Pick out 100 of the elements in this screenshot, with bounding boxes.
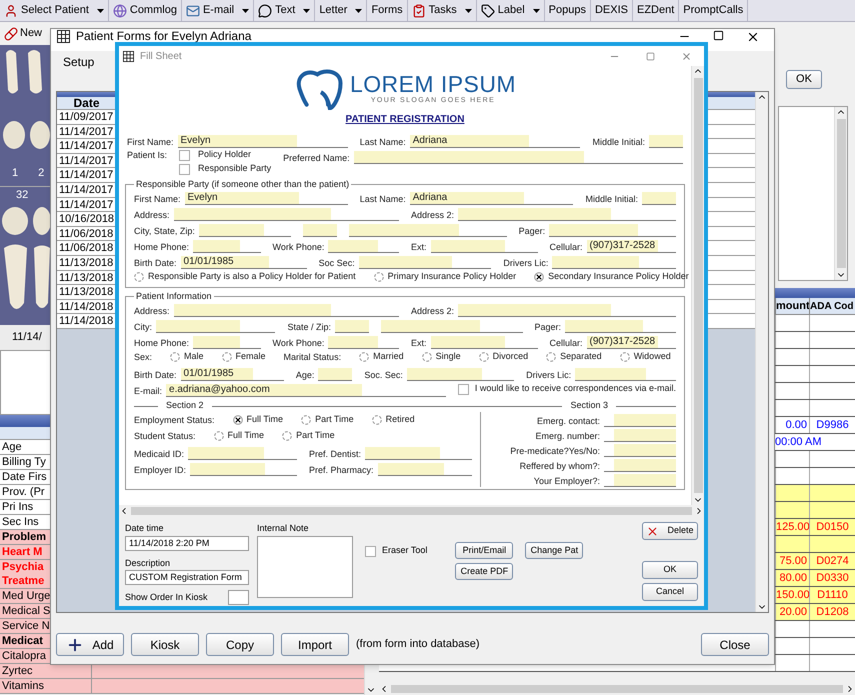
input-field[interactable] <box>174 304 399 317</box>
new-button[interactable]: New <box>4 25 42 42</box>
field-label: Ext: <box>411 337 427 349</box>
radio-button[interactable] <box>214 431 224 441</box>
input-field[interactable]: 11/14/2018 2:20 PM <box>125 536 249 550</box>
input-field[interactable] <box>381 320 522 333</box>
scrollbar[interactable] <box>119 505 704 517</box>
input-field[interactable] <box>349 224 507 237</box>
input-field[interactable] <box>188 447 297 460</box>
toolbar-button[interactable]: Tasks <box>408 0 461 21</box>
radio-button[interactable] <box>232 415 243 425</box>
toolbar-button[interactable]: Select Patient <box>0 0 93 21</box>
hint-text: (from form into database) <box>356 637 480 652</box>
option-label: Part Time <box>296 429 335 442</box>
input-field[interactable] <box>358 256 492 269</box>
input-field[interactable] <box>604 429 676 442</box>
checkbox[interactable] <box>179 150 190 160</box>
toolbar-button[interactable]: EZDent <box>633 0 678 21</box>
action-button[interactable]: Kiosk <box>131 633 199 656</box>
table-cell: Zyrtec <box>0 664 92 678</box>
scrollbar[interactable] <box>691 66 704 505</box>
checkbox[interactable] <box>179 164 190 174</box>
input-field[interactable] <box>190 463 297 476</box>
field-label: Ext: <box>411 241 427 253</box>
input-field[interactable] <box>549 224 676 237</box>
input-field[interactable] <box>649 135 683 148</box>
input-field[interactable] <box>430 336 538 349</box>
radio-button[interactable] <box>222 352 232 362</box>
toolbar-button[interactable]: E-mail <box>182 0 238 21</box>
radio-button[interactable] <box>620 352 630 362</box>
toolbar-button[interactable]: Commlog <box>108 0 181 21</box>
note-field[interactable] <box>257 536 353 598</box>
radio-button[interactable] <box>301 415 312 425</box>
toolbar-button[interactable]: Label <box>476 0 529 21</box>
toolbar-button[interactable]: Letter <box>315 0 352 21</box>
input-field[interactable] <box>328 336 399 349</box>
input-field[interactable] <box>228 590 249 605</box>
input-field[interactable] <box>193 240 260 253</box>
input-field[interactable] <box>604 474 676 487</box>
field-label: Last Name: <box>360 193 406 205</box>
radio-button[interactable] <box>359 352 370 362</box>
input-field[interactable] <box>430 240 538 253</box>
input-field[interactable] <box>198 224 292 237</box>
ok-button[interactable]: OK <box>786 70 822 89</box>
scrollbar[interactable] <box>755 92 768 612</box>
input-field[interactable] <box>604 459 676 472</box>
toolbar-button[interactable]: Popups <box>544 0 590 21</box>
input-field[interactable] <box>335 320 370 333</box>
action-button[interactable]: Import <box>281 633 349 656</box>
radio-button[interactable] <box>546 352 556 362</box>
input-field[interactable] <box>174 208 399 221</box>
input-field[interactable] <box>156 320 276 333</box>
toolbar-button[interactable]: Text <box>254 0 300 21</box>
delete-button[interactable]: Delete <box>642 522 698 540</box>
input-field[interactable] <box>365 447 472 460</box>
radio-button[interactable] <box>282 431 292 441</box>
input-field[interactable] <box>354 151 683 164</box>
close-button[interactable]: Close <box>701 633 769 656</box>
action-button[interactable]: Copy <box>206 633 274 656</box>
option-label: Part Time <box>315 413 354 426</box>
ok-button[interactable]: OK <box>642 561 698 579</box>
input-field[interactable] <box>565 320 676 333</box>
add-button[interactable]: Add <box>56 633 124 656</box>
change-patient-button[interactable]: Change Pat <box>525 542 584 559</box>
option-label: Primary Insurance Policy Holder <box>388 270 516 284</box>
radio-button[interactable] <box>422 352 432 362</box>
input-field[interactable] <box>328 240 399 253</box>
input-field[interactable] <box>303 224 338 237</box>
input-field[interactable] <box>604 444 676 457</box>
menu-item[interactable]: Setup <box>55 53 102 71</box>
checkbox[interactable] <box>458 384 469 394</box>
pdf-button[interactable]: Create PDF <box>455 563 514 580</box>
checkbox[interactable] <box>365 546 376 556</box>
input-field[interactable] <box>378 463 472 476</box>
input-field[interactable] <box>406 368 514 381</box>
input-field[interactable] <box>575 368 676 381</box>
maximize-icon[interactable] <box>713 30 724 41</box>
scrollbar[interactable] <box>834 107 847 280</box>
scrollbar[interactable] <box>379 683 855 695</box>
toolbar-button[interactable]: DEXIS <box>590 0 632 21</box>
cancel-button[interactable]: Cancel <box>642 583 698 601</box>
input-field[interactable] <box>604 414 676 427</box>
close-icon[interactable] <box>746 30 760 44</box>
radio-button[interactable] <box>170 352 180 362</box>
radio-button[interactable] <box>534 272 544 282</box>
toolbar-button[interactable]: PromptCalls <box>679 0 748 21</box>
input-field[interactable] <box>458 208 676 221</box>
input-field[interactable]: CUSTOM Registration Form <box>125 570 249 585</box>
field-label: Drivers Lic: <box>526 369 572 381</box>
radio-button[interactable] <box>374 272 384 282</box>
input-field[interactable] <box>458 304 676 317</box>
print-button[interactable]: Print/Email <box>455 542 514 559</box>
input-field[interactable] <box>318 368 352 381</box>
radio-button[interactable] <box>134 272 144 282</box>
input-field[interactable] <box>552 256 676 269</box>
toolbar-button[interactable]: Forms <box>367 0 407 21</box>
input-field[interactable] <box>642 192 676 205</box>
radio-button[interactable] <box>372 415 382 425</box>
radio-button[interactable] <box>478 352 489 362</box>
input-field[interactable] <box>193 336 260 349</box>
